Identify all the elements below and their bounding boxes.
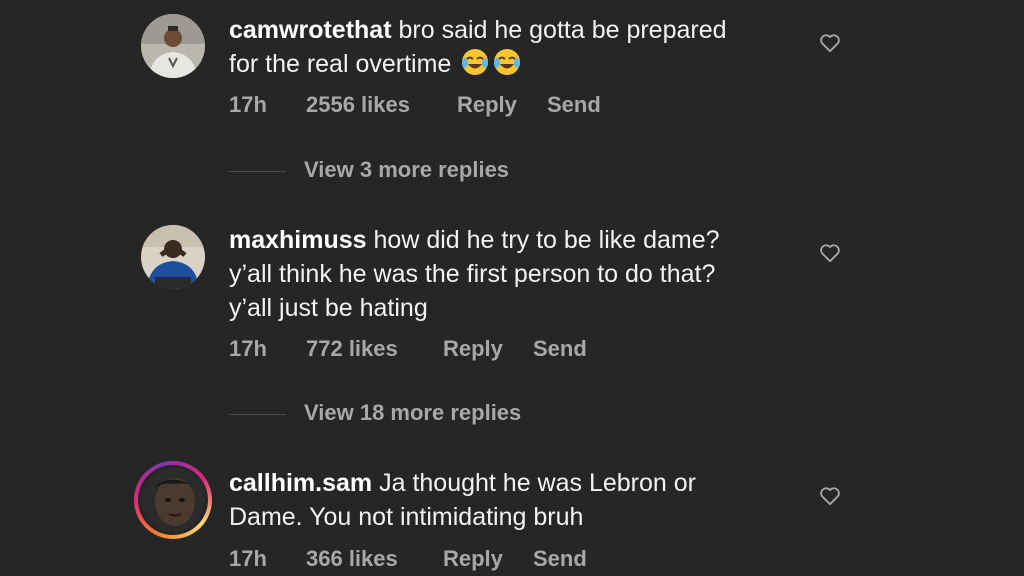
comments-screen: camwrotethat bro said he gotta be prepar… xyxy=(0,0,1024,576)
username[interactable]: maxhimuss xyxy=(229,226,367,254)
comment-body-line: how did he try to be like dame? xyxy=(373,226,720,254)
comment-body-line: Ja thought he was Lebron or xyxy=(379,469,696,497)
timestamp: 17h xyxy=(229,92,267,117)
face-with-tears-of-joy-icon xyxy=(462,49,489,75)
likes-count[interactable]: 2556 likes xyxy=(306,92,410,118)
reply-button[interactable]: Reply xyxy=(443,546,503,572)
reply-button[interactable]: Reply xyxy=(443,336,503,362)
heart-outline-icon[interactable] xyxy=(819,33,841,53)
heart-outline-icon[interactable] xyxy=(819,486,841,506)
comment-text: maxhimuss how did he try to be like dame… xyxy=(229,223,799,325)
avatar xyxy=(141,468,205,532)
comment-body-line: y’all just be hating xyxy=(229,294,428,322)
likes-count[interactable]: 772 likes xyxy=(306,336,398,362)
reply-button[interactable]: Reply xyxy=(457,92,517,118)
likes-count[interactable]: 366 likes xyxy=(306,546,398,572)
divider-line xyxy=(229,171,286,172)
avatar-with-story-ring[interactable] xyxy=(134,461,212,539)
comment-text: camwrotethat bro said he gotta be prepar… xyxy=(229,13,799,81)
view-more-label[interactable]: View 18 more replies xyxy=(304,400,521,426)
timestamp: 17h xyxy=(229,546,267,571)
comment-body-line: y’all think he was the first person to d… xyxy=(229,260,716,288)
send-button[interactable]: Send xyxy=(547,92,601,118)
comment-body-line: Dame. You not intimidating bruh xyxy=(229,503,584,531)
divider-line xyxy=(229,414,286,415)
timestamp: 17h xyxy=(229,336,267,361)
heart-outline-icon[interactable] xyxy=(819,243,841,263)
username[interactable]: callhim.sam xyxy=(229,469,372,497)
view-more-label[interactable]: View 3 more replies xyxy=(304,157,509,183)
comment-body-line: for the real overtime xyxy=(229,50,452,78)
send-button[interactable]: Send xyxy=(533,336,587,362)
comment-body-line: bro said he gotta be prepared xyxy=(398,16,727,44)
send-button[interactable]: Send xyxy=(533,546,587,572)
avatar[interactable] xyxy=(141,14,205,78)
face-with-tears-of-joy-icon xyxy=(494,49,521,75)
comment-text: callhim.sam Ja thought he was Lebron or … xyxy=(229,466,799,534)
username[interactable]: camwrotethat xyxy=(229,16,392,44)
avatar[interactable] xyxy=(141,225,205,289)
